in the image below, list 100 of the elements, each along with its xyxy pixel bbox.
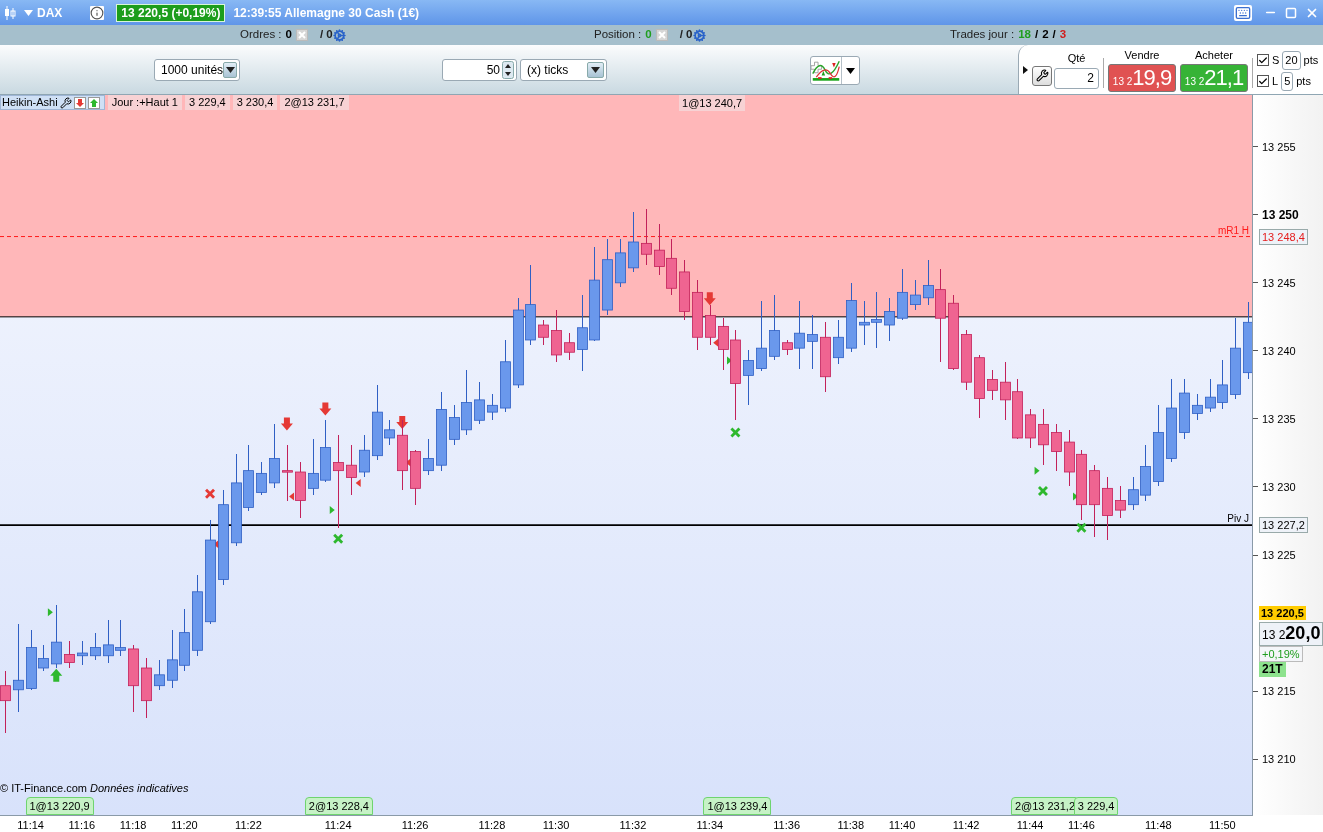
settings-icon[interactable] bbox=[692, 28, 706, 42]
cross-icon bbox=[730, 427, 741, 438]
candlestick bbox=[692, 279, 703, 351]
axis-label: 13 245 bbox=[1262, 275, 1296, 290]
stop-checkbox[interactable] bbox=[1257, 75, 1269, 87]
header-label: 3 229,4 bbox=[185, 95, 230, 110]
up-arrow-icon[interactable] bbox=[87, 96, 100, 109]
order-label: Acheter bbox=[1195, 47, 1233, 63]
axis-label: 11:20 bbox=[171, 819, 198, 832]
down-arrow-icon[interactable] bbox=[73, 96, 86, 109]
stop-field[interactable]: 20 bbox=[1282, 50, 1301, 70]
caret-icon bbox=[591, 67, 600, 73]
window-title: 12:39:55 Allemagne 30 Cash (1€) bbox=[233, 4, 420, 22]
candlestick bbox=[871, 291, 882, 349]
candlestick bbox=[282, 444, 293, 502]
trade-label: 3 229,4 bbox=[1073, 797, 1119, 815]
unit-label: pts bbox=[1296, 73, 1311, 89]
candlestick bbox=[807, 314, 818, 370]
axis-label: 11:46 bbox=[1068, 819, 1095, 832]
candlestick bbox=[846, 282, 857, 353]
triangle-icon bbox=[289, 492, 295, 501]
stop-field[interactable]: 5 bbox=[1281, 71, 1294, 91]
candlestick bbox=[256, 461, 267, 496]
candlestick bbox=[1064, 429, 1075, 487]
candlestick bbox=[1115, 485, 1126, 519]
cross-icon bbox=[1076, 522, 1087, 533]
settings-icon[interactable] bbox=[332, 28, 346, 42]
candlestick bbox=[897, 268, 908, 321]
trades-label: Trades jour : bbox=[950, 27, 1015, 43]
qty-field[interactable]: 2 bbox=[1054, 67, 1099, 89]
quote-badge: 13 220,5 (+0,19%) bbox=[116, 3, 226, 22]
axis-label: 13 210 bbox=[1262, 752, 1296, 767]
axis-label: 11:14 bbox=[17, 819, 44, 832]
units-dropdown[interactable]: 1000 unités bbox=[154, 59, 240, 81]
spinner-icon[interactable] bbox=[502, 61, 514, 79]
candlestick bbox=[295, 461, 306, 519]
axis-label: 13 255 bbox=[1262, 139, 1296, 154]
separator: / bbox=[1034, 27, 1039, 43]
candlestick bbox=[1076, 449, 1087, 521]
candlestick bbox=[1051, 423, 1062, 472]
maximize-icon[interactable] bbox=[1285, 6, 1297, 19]
axis-label: 11:42 bbox=[952, 819, 980, 832]
down-arrow-icon bbox=[319, 402, 332, 416]
step-field[interactable]: 50 bbox=[442, 59, 517, 81]
triangle-icon bbox=[47, 608, 53, 617]
axis-label: 11:50 bbox=[1209, 819, 1236, 832]
price-tag: 13 227,2 bbox=[1259, 517, 1308, 534]
candlestick bbox=[974, 354, 985, 419]
expand-arrow-icon[interactable] bbox=[1023, 65, 1028, 74]
candlestick bbox=[769, 294, 780, 361]
status-total: / 0 bbox=[319, 27, 333, 43]
triangle-icon bbox=[1034, 466, 1040, 475]
caret-icon bbox=[225, 67, 235, 73]
cross-icon bbox=[333, 533, 344, 544]
keyboard-icon[interactable] bbox=[1234, 4, 1252, 21]
candlestick bbox=[167, 629, 178, 689]
sell-button[interactable]: 13 219,9 bbox=[1108, 64, 1176, 93]
candlestick bbox=[243, 444, 254, 512]
trade-label: 2@13 228,4 bbox=[304, 797, 373, 815]
wrench-icon[interactable] bbox=[59, 96, 72, 109]
candlestick bbox=[269, 423, 280, 489]
order-label: Vendre bbox=[1124, 47, 1160, 63]
separator: / bbox=[1052, 27, 1056, 43]
unit-label: pts bbox=[1303, 52, 1319, 68]
candlestick bbox=[359, 434, 370, 478]
axis-label: 11:32 bbox=[619, 819, 647, 832]
current-price-tag: 13 220,0 bbox=[1259, 621, 1323, 646]
axis-label: 13 230 bbox=[1262, 480, 1296, 494]
candlestick bbox=[538, 319, 549, 346]
stop-checkbox[interactable] bbox=[1257, 54, 1269, 66]
trade-label: 1@13 220,9 bbox=[25, 797, 94, 815]
status-label: Position : bbox=[594, 27, 642, 43]
up-arrow-icon bbox=[50, 668, 63, 682]
axis-label: 11:28 bbox=[478, 819, 506, 832]
down-arrow-icon bbox=[280, 417, 293, 431]
header-label: 2@13 231,7 bbox=[280, 95, 349, 110]
header-label: 3 230,4 bbox=[232, 95, 278, 110]
indicator-label[interactable]: Heikin-Ashi bbox=[1, 95, 58, 111]
axis-label: 11:30 bbox=[542, 819, 570, 832]
stop-label: S bbox=[1272, 52, 1280, 68]
candlestick bbox=[833, 319, 844, 365]
step-unit-dropdown[interactable]: (x) ticks bbox=[520, 59, 607, 81]
candlestick bbox=[77, 640, 88, 666]
axis-label: 11:44 bbox=[1016, 819, 1044, 832]
candlestick bbox=[90, 632, 101, 661]
axis-label: 13 240 bbox=[1262, 343, 1296, 358]
level-label: Piv J bbox=[1227, 513, 1249, 525]
triangle-icon bbox=[329, 506, 335, 515]
settings-button[interactable] bbox=[1032, 65, 1052, 86]
candlestick bbox=[1000, 361, 1011, 421]
candlestick bbox=[103, 619, 114, 664]
header-label: Jour :+Haut 1 bbox=[107, 95, 182, 110]
triangle-icon bbox=[355, 478, 361, 487]
candlestick bbox=[346, 444, 357, 496]
dropdown-icon bbox=[24, 9, 33, 16]
axis-label: 13 225 bbox=[1262, 548, 1296, 563]
wrench-icon bbox=[1035, 69, 1049, 82]
candlestick bbox=[1102, 476, 1113, 541]
info-icon[interactable] bbox=[90, 5, 105, 20]
indicator-button[interactable] bbox=[810, 56, 860, 85]
